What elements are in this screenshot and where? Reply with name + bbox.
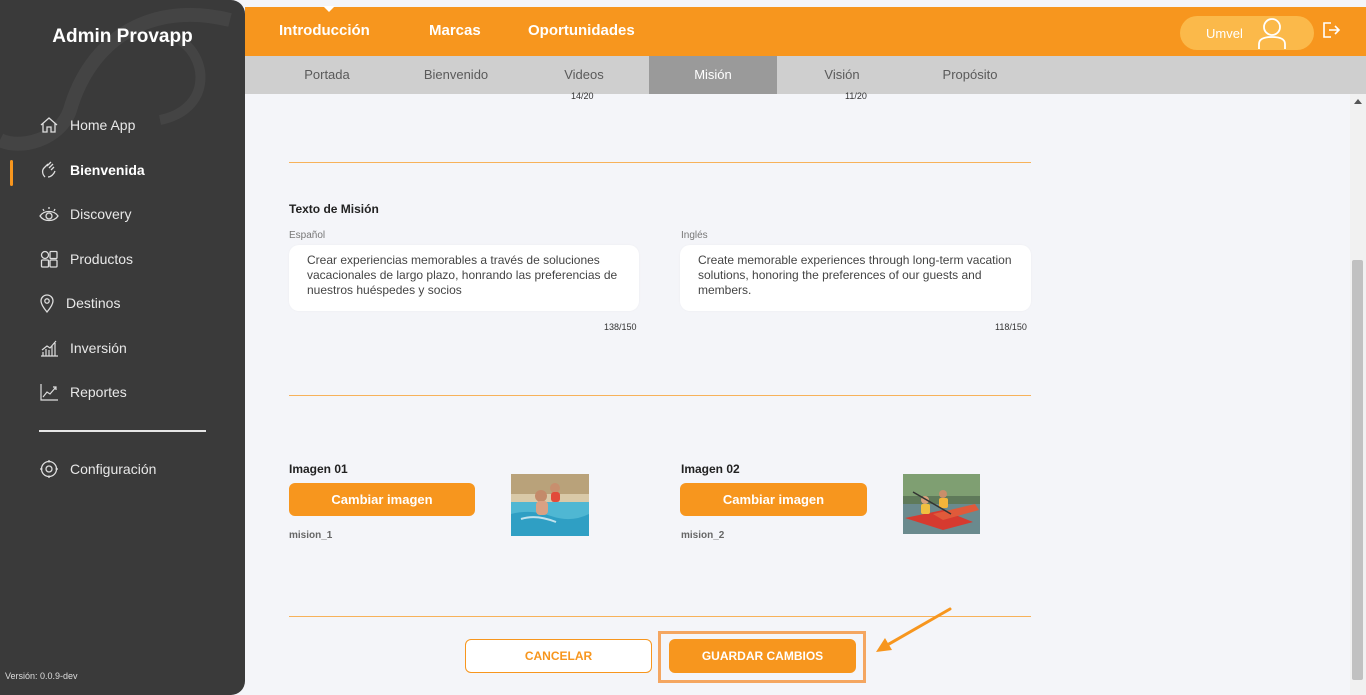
- cancel-button[interactable]: CANCELAR: [465, 639, 652, 673]
- sidebar-item-configuracion[interactable]: Configuración: [38, 456, 156, 482]
- sidebar-item-discovery[interactable]: Discovery: [38, 201, 131, 227]
- tab-marcas[interactable]: Marcas: [429, 22, 481, 39]
- image-filename: mision_2: [681, 530, 725, 541]
- version-label: Versión: 0.0.9-dev: [5, 671, 78, 681]
- sidebar-item-inversion[interactable]: Inversión: [38, 335, 127, 361]
- eye-icon: [38, 203, 60, 225]
- top-navbar: Introducción Marcas Oportunidades Umvel: [245, 6, 1366, 56]
- tab-oportunidades[interactable]: Oportunidades: [528, 22, 635, 39]
- scroll-up-icon[interactable]: [1354, 99, 1362, 104]
- sidebar-item-label: Productos: [70, 251, 134, 267]
- section-title: Texto de Misión: [289, 202, 379, 216]
- caret-down-icon: [323, 6, 335, 12]
- char-counter: 14/20: [571, 91, 594, 101]
- sidebar-item-destinos[interactable]: Destinos: [38, 290, 120, 316]
- subtab-portada[interactable]: Portada: [277, 56, 377, 94]
- sidebar-item-label: Reportes: [70, 384, 127, 400]
- image-filename: mision_1: [289, 530, 333, 541]
- tab-introduccion[interactable]: Introducción: [279, 22, 370, 39]
- sidebar-item-bienvenida[interactable]: Bienvenida: [38, 157, 145, 183]
- sidebar-divider: [39, 430, 206, 432]
- subtab-videos[interactable]: Videos: [534, 56, 634, 94]
- user-menu[interactable]: Umvel: [1180, 16, 1314, 50]
- sidebar: Admin Provapp Home App Bienvenida Discov…: [0, 0, 245, 695]
- grid-icon: [38, 248, 60, 270]
- image-title: Imagen 01: [289, 462, 348, 476]
- image-thumbnail: [903, 474, 980, 534]
- sidebar-item-label: Home App: [70, 117, 136, 133]
- section-divider: [289, 395, 1031, 396]
- user-name: Umvel: [1206, 26, 1243, 41]
- active-indicator: [10, 160, 13, 186]
- subtab-vision[interactable]: Visión: [792, 56, 892, 94]
- subtab-bienvenido[interactable]: Bienvenido: [406, 56, 506, 94]
- subtab-mision[interactable]: Misión: [649, 56, 777, 94]
- sidebar-item-label: Bienvenida: [70, 162, 145, 178]
- image-title: Imagen 02: [681, 462, 740, 476]
- change-image-button[interactable]: Cambiar imagen: [289, 483, 475, 516]
- field-label: Español: [289, 230, 326, 241]
- pointer-arrow-icon: [876, 607, 952, 652]
- char-counter: 11/20: [845, 91, 867, 101]
- home-icon: [38, 114, 60, 136]
- subtab-proposito[interactable]: Propósito: [920, 56, 1020, 94]
- sidebar-item-productos[interactable]: Productos: [38, 246, 133, 272]
- change-image-button[interactable]: Cambiar imagen: [680, 483, 867, 516]
- line-chart-icon: [38, 381, 60, 403]
- logout-icon[interactable]: [1321, 20, 1341, 45]
- bar-chart-icon: [38, 337, 60, 359]
- mission-es-textarea[interactable]: Crear experiencias memorables a través d…: [289, 245, 639, 311]
- mission-en-textarea[interactable]: Create memorable experiences through lon…: [680, 245, 1031, 311]
- sidebar-item-label: Inversión: [70, 340, 127, 356]
- user-icon: [1256, 17, 1288, 54]
- section-divider: [289, 162, 1031, 163]
- sidebar-item-label: Configuración: [70, 461, 157, 477]
- gear-icon: [38, 458, 60, 480]
- save-button[interactable]: GUARDAR CAMBIOS: [669, 639, 856, 673]
- sidebar-item-reportes[interactable]: Reportes: [38, 379, 127, 405]
- char-counter: 138/150: [604, 322, 637, 332]
- sidebar-item-home-app[interactable]: Home App: [38, 112, 135, 138]
- char-counter: 118/150: [995, 322, 1027, 332]
- scrollbar-thumb[interactable]: [1352, 260, 1363, 680]
- field-label: Inglés: [681, 230, 708, 241]
- sidebar-item-label: Discovery: [70, 206, 132, 222]
- sidebar-item-label: Destinos: [66, 295, 121, 311]
- waving-hand-icon: [38, 159, 60, 181]
- image-thumbnail: [511, 474, 589, 536]
- brand-title: Admin Provapp: [52, 26, 193, 47]
- sub-tabs: Portada Bienvenido Videos Misión Visión …: [245, 56, 1366, 94]
- map-pin-icon: [38, 292, 56, 314]
